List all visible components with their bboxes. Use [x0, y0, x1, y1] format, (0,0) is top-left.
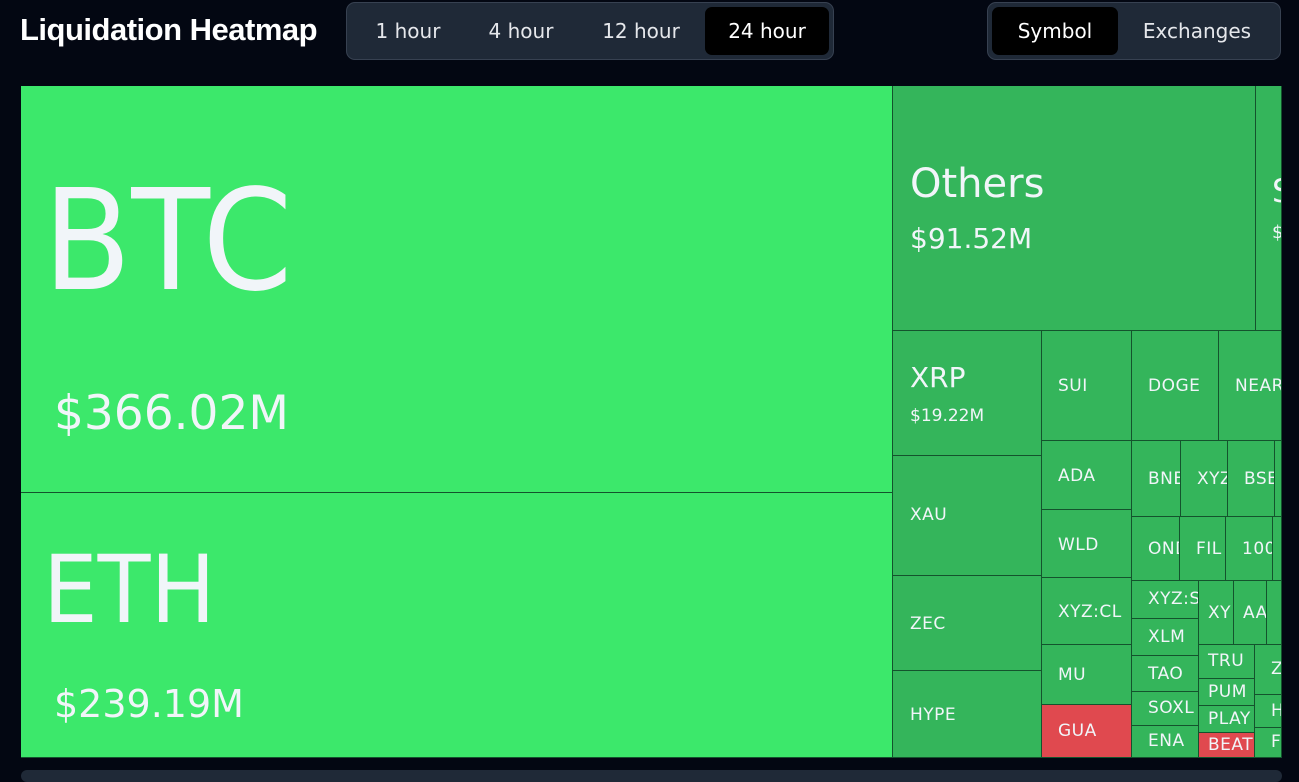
- page-title: Liquidation Heatmap: [20, 12, 318, 47]
- tile-symbol: NEAR: [1235, 376, 1282, 396]
- tile-symbol: SUI: [1058, 376, 1088, 396]
- tile-soxl[interactable]: SOXL: [1132, 692, 1199, 726]
- tile-symbol: HYPE: [910, 705, 957, 725]
- tile-xyz[interactable]: XYZ: [1181, 441, 1228, 517]
- tile-symbol: XYZ: [1197, 469, 1227, 489]
- tile-1000[interactable]: 100: [1226, 517, 1273, 581]
- tile-z[interactable]: Z: [1255, 645, 1282, 695]
- tile-symbol: H: [1271, 701, 1281, 721]
- tile-symbol: BEAT: [1208, 735, 1254, 755]
- tile-symbol: Z: [1271, 659, 1282, 679]
- tile-doge[interactable]: DOGE: [1132, 331, 1219, 441]
- tile-symbol: GUA: [1058, 721, 1097, 741]
- tile-symbol: SOXL: [1148, 698, 1195, 718]
- tile-bsb[interactable]: BSB: [1228, 441, 1275, 517]
- timeframe-selector: 1 hour 4 hour 12 hour 24 hour: [346, 2, 834, 60]
- tile-gua[interactable]: GUA: [1042, 705, 1132, 758]
- tile-xlm[interactable]: XLM: [1132, 619, 1199, 656]
- tile-aa[interactable]: AA: [1234, 581, 1267, 645]
- tile-symbol: MU: [1058, 665, 1087, 685]
- tile-symbol: BSB: [1244, 469, 1274, 489]
- tile-value: $239.19M: [54, 682, 244, 726]
- tab-4-hour[interactable]: 4 hour: [467, 7, 575, 55]
- tile-bnb[interactable]: BNB: [1132, 441, 1181, 517]
- tab-exchanges[interactable]: Exchanges: [1124, 7, 1270, 55]
- tile-symbol: TAO: [1148, 664, 1184, 684]
- tile-symbol: ENA: [1148, 731, 1185, 751]
- tile-symbol: FIL: [1196, 539, 1222, 559]
- tile-beat[interactable]: BEAT: [1199, 733, 1255, 758]
- view-selector: Symbol Exchanges: [987, 2, 1281, 60]
- tile-xyz-s[interactable]: XYZ:S: [1132, 581, 1199, 619]
- tile-symbol: XYZ:S: [1148, 589, 1199, 609]
- tile-symbol: TRU: [1208, 651, 1245, 671]
- tile-symbol: XAU: [910, 505, 948, 525]
- tile-symbol: BNB: [1148, 469, 1180, 489]
- tile-symbol: DOGE: [1148, 376, 1201, 396]
- tile-symbol: ONDO: [1148, 539, 1179, 559]
- tile-symbol: AA: [1243, 603, 1267, 623]
- tile-symbol: F: [1271, 732, 1282, 752]
- tile-symbol: ZEC: [910, 614, 946, 634]
- tile-pum[interactable]: PUM: [1199, 679, 1255, 706]
- tile-ada[interactable]: ADA: [1042, 441, 1132, 510]
- tile-others[interactable]: Others $91.52M: [893, 86, 1256, 331]
- tile-symbol: 100: [1242, 539, 1273, 559]
- tile-symbol: XLM: [1148, 627, 1186, 647]
- tile-tao[interactable]: TAO: [1132, 656, 1199, 692]
- tile-near[interactable]: NEAR: [1219, 331, 1282, 441]
- tile-symbol: Others: [910, 161, 1045, 207]
- tile-tru[interactable]: TRU: [1199, 645, 1255, 679]
- tile-symbol: BTC: [43, 160, 293, 323]
- tile-fil[interactable]: FIL: [1180, 517, 1226, 581]
- tile-symbol: PLAY: [1208, 709, 1251, 729]
- tile-value: $91.52M: [910, 222, 1033, 255]
- tile-symbol: WLD: [1058, 535, 1099, 555]
- tile-small[interactable]: [1267, 581, 1282, 645]
- tile-symbol: ADA: [1058, 466, 1096, 486]
- tile-symbol: XYZ:CL: [1058, 602, 1122, 622]
- tile-symbol: S: [1272, 172, 1281, 210]
- tile-xy[interactable]: XY: [1199, 581, 1234, 645]
- tile-mu[interactable]: MU: [1042, 645, 1132, 705]
- tile-wld[interactable]: WLD: [1042, 510, 1132, 578]
- tile-sui[interactable]: SUI: [1042, 331, 1132, 441]
- tile-ena[interactable]: ENA: [1132, 726, 1199, 758]
- tile-xrp[interactable]: XRP $19.22M: [893, 331, 1042, 456]
- tab-symbol[interactable]: Symbol: [992, 7, 1118, 55]
- tab-12-hour[interactable]: 12 hour: [581, 7, 701, 55]
- tile-h[interactable]: H: [1255, 695, 1282, 728]
- tile-btc[interactable]: BTC $366.02M: [21, 86, 893, 493]
- tile-xyz-cl[interactable]: XYZ:CL: [1042, 578, 1132, 645]
- tile-play[interactable]: PLAY: [1199, 706, 1255, 733]
- tile-symbol: ETH: [43, 536, 216, 645]
- tile-value: $: [1272, 222, 1281, 244]
- tile-zec[interactable]: ZEC: [893, 576, 1042, 671]
- tab-1-hour[interactable]: 1 hour: [355, 7, 461, 55]
- tile-partial[interactable]: S $: [1256, 86, 1282, 331]
- tile-symbol: XRP: [910, 361, 966, 394]
- tile-small[interactable]: [1273, 517, 1282, 581]
- tile-hype[interactable]: HYPE: [893, 671, 1042, 758]
- tile-ondo[interactable]: ONDO: [1132, 517, 1180, 581]
- tile-symbol: XY: [1208, 603, 1232, 623]
- bottom-panel-edge: [21, 770, 1282, 782]
- liquidation-treemap: BTC $366.02M ETH $239.19M Others $91.52M…: [21, 86, 1282, 758]
- tile-symbol: PUM: [1208, 682, 1247, 702]
- tile-value: $366.02M: [54, 386, 289, 441]
- tile-xau[interactable]: XAU: [893, 456, 1042, 576]
- tab-24-hour[interactable]: 24 hour: [705, 7, 829, 55]
- tile-f[interactable]: F: [1255, 728, 1282, 758]
- tile-value: $19.22M: [910, 406, 985, 426]
- tile-small[interactable]: [1275, 441, 1282, 517]
- tile-eth[interactable]: ETH $239.19M: [21, 493, 893, 758]
